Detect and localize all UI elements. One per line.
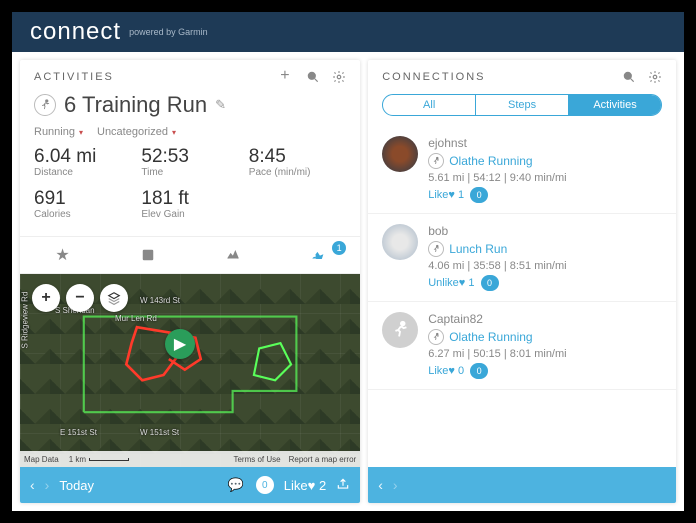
app-body: ACTIVITIES + 6 Training Run ✎ Running Un… (12, 52, 684, 511)
comment-count-bubble[interactable]: 0 (470, 187, 488, 203)
map-street-label: S Ridgeview Rd (21, 292, 30, 349)
connection-stats: 4.06 mi | 35:58 | 8:51 min/mi (428, 260, 662, 272)
activities-panel: ACTIVITIES + 6 Training Run ✎ Running Un… (20, 60, 360, 503)
connection-item: Captain82 Olathe Running 6.27 mi | 50:15… (368, 302, 676, 390)
like-button[interactable]: Like♥ 1 (428, 189, 464, 201)
connection-username[interactable]: ejohnst (428, 136, 662, 150)
connections-filter-tabs: All Steps Activities (382, 94, 662, 116)
connections-panel: CONNECTIONS All Steps Activities ejohnst… (368, 60, 676, 503)
app-header: connect powered by Garmin (12, 12, 684, 52)
comment-count-bubble[interactable]: 0 (470, 363, 488, 379)
connections-bottom-bar: ‹ › (368, 467, 676, 503)
running-icon (428, 153, 444, 169)
search-icon[interactable] (622, 70, 636, 84)
running-icon (34, 94, 56, 116)
comment-count-bubble[interactable]: 0 (481, 275, 499, 291)
add-icon[interactable]: + (280, 70, 294, 84)
map-street-label: W 151st St (140, 428, 179, 437)
stat-elev-label: Elev Gain (141, 209, 238, 220)
unlike-button[interactable]: Unlike♥ 1 (428, 277, 474, 289)
brand-subtitle: powered by Garmin (129, 27, 208, 37)
stat-time-value: 52:53 (141, 146, 238, 168)
edit-title-icon[interactable]: ✎ (215, 97, 226, 113)
date-label: Today (59, 478, 94, 493)
gear-icon[interactable] (648, 70, 662, 84)
seg-steps[interactable]: Steps (476, 95, 569, 115)
avatar[interactable] (382, 136, 418, 172)
map-zoom-out-button[interactable]: − (66, 284, 94, 312)
stat-distance-value: 6.04 mi (34, 146, 131, 168)
connection-item: ejohnst Olathe Running 5.61 mi | 54:12 |… (368, 126, 676, 214)
connections-panel-title: CONNECTIONS (382, 71, 622, 83)
stat-pace-value: 8:45 (249, 146, 346, 168)
stat-distance-label: Distance (34, 167, 131, 178)
next-page-button[interactable]: › (393, 477, 398, 493)
avatar[interactable] (382, 312, 418, 348)
map-zoom-in-button[interactable]: + (32, 284, 60, 312)
map-report-link[interactable]: Report a map error (289, 455, 357, 464)
activities-panel-head: ACTIVITIES + (20, 60, 360, 90)
brand-logo: connect (30, 18, 121, 46)
map-street-label: W 143rd St (140, 296, 180, 305)
connection-stats: 6.27 mi | 50:15 | 8:01 min/mi (428, 348, 662, 360)
connections-list[interactable]: ejohnst Olathe Running 5.61 mi | 54:12 |… (368, 126, 676, 467)
activity-stats: 6.04 miDistance 52:53Time 8:45Pace (min/… (20, 146, 360, 236)
connection-activity-name[interactable]: Olathe Running (449, 154, 532, 168)
comment-count: 0 (256, 476, 274, 494)
activity-tags: Running Uncategorized (20, 126, 360, 146)
gear-icon[interactable] (332, 70, 346, 84)
connection-activity-name[interactable]: Lunch Run (449, 242, 507, 256)
activity-map[interactable]: S Sheridan W 143rd St Mur Len Rd S Ridge… (20, 274, 360, 467)
connection-username[interactable]: bob (428, 224, 662, 238)
connection-username[interactable]: Captain82 (428, 312, 662, 326)
activities-bottom-bar: ‹ › Today 💬 0 Like♥ 2 (20, 467, 360, 503)
activity-category-dropdown[interactable]: Uncategorized (97, 126, 176, 138)
next-activity-button[interactable]: › (45, 477, 50, 493)
stat-time-label: Time (141, 167, 238, 178)
running-icon (428, 241, 444, 257)
map-layers-button[interactable] (100, 284, 128, 312)
app-frame: connect powered by Garmin ACTIVITIES + 6… (0, 0, 696, 523)
map-scale-label: 1 km (69, 455, 86, 464)
tab-favorite[interactable]: ★ (20, 237, 105, 273)
prev-activity-button[interactable]: ‹ (30, 477, 35, 493)
seg-all[interactable]: All (383, 95, 476, 115)
stat-elev-value: 181 ft (141, 188, 238, 210)
activity-title-row: 6 Training Run ✎ (20, 90, 360, 126)
map-data-label[interactable]: Map Data (24, 455, 59, 464)
map-scale-bar (89, 458, 129, 461)
tab-gear[interactable]: 1 (275, 237, 360, 273)
connection-item: bob Lunch Run 4.06 mi | 35:58 | 8:51 min… (368, 214, 676, 302)
share-icon[interactable] (336, 477, 350, 494)
avatar[interactable] (382, 224, 418, 260)
map-street-label: E 151st St (60, 428, 97, 437)
connection-activity-name[interactable]: Olathe Running (449, 330, 532, 344)
app-inner: connect powered by Garmin ACTIVITIES + 6… (12, 12, 684, 511)
map-play-button[interactable]: ▶ (165, 329, 195, 359)
activities-panel-title: ACTIVITIES (34, 71, 280, 83)
tab-gear-badge: 1 (332, 241, 346, 255)
map-street-label: Mur Len Rd (115, 314, 157, 323)
comment-icon[interactable]: 💬 (228, 477, 244, 493)
map-footer: Map Data 1 km Terms of Use Report a map … (20, 451, 360, 467)
map-terms-link[interactable]: Terms of Use (233, 455, 280, 464)
running-icon (428, 329, 444, 345)
stat-pace-label: Pace (min/mi) (249, 167, 346, 178)
like-button[interactable]: Like♥ 0 (428, 365, 464, 377)
stat-calories-value: 691 (34, 188, 131, 210)
activity-type-dropdown[interactable]: Running (34, 126, 83, 138)
prev-page-button[interactable]: ‹ (378, 477, 383, 493)
like-button[interactable]: Like♥ 2 (284, 478, 326, 493)
tab-edit[interactable] (105, 237, 190, 273)
stat-calories-label: Calories (34, 209, 131, 220)
activity-tabs: ★ 1 (20, 236, 360, 274)
search-icon[interactable] (306, 70, 320, 84)
tab-chart[interactable] (190, 237, 275, 273)
activity-name: 6 Training Run (64, 92, 207, 118)
connection-stats: 5.61 mi | 54:12 | 9:40 min/mi (428, 172, 662, 184)
seg-activities[interactable]: Activities (569, 95, 661, 115)
connections-panel-head: CONNECTIONS (368, 60, 676, 90)
